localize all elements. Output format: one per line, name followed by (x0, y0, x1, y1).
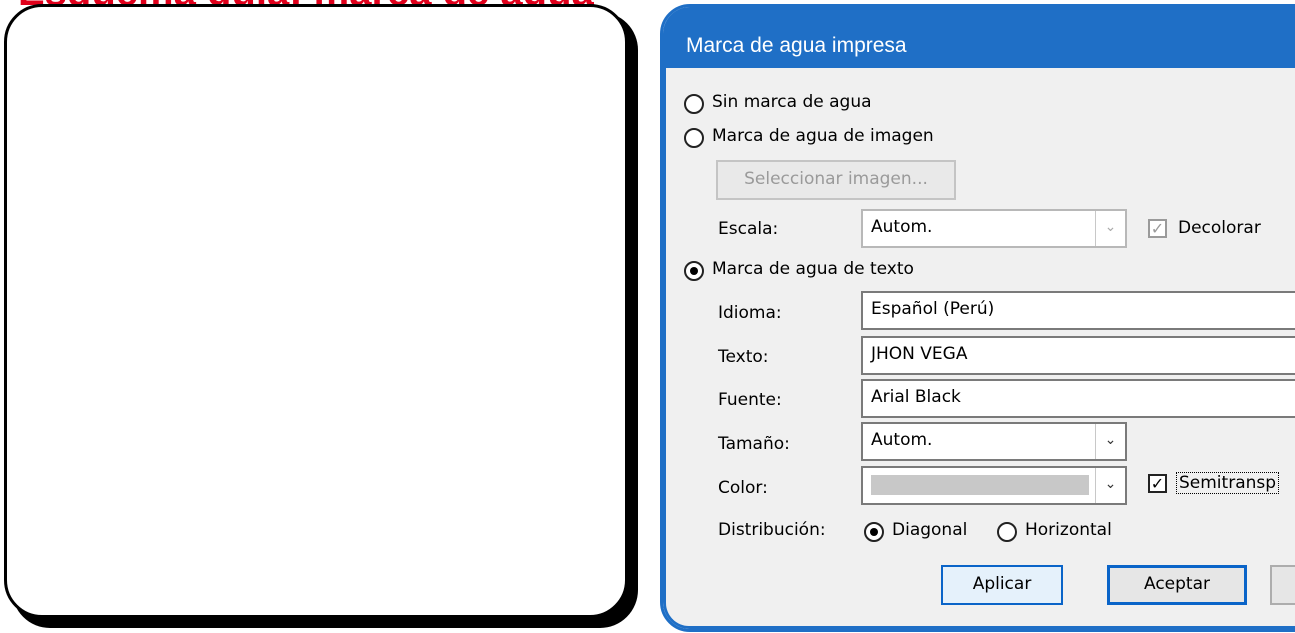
diagonal-label[interactable]: Diagonal (892, 520, 967, 540)
scale-dropdown-chevron-icon[interactable]: ⌄ (1095, 211, 1125, 246)
scale-label: Escala: (718, 219, 779, 239)
dialog-titlebar: Marca de agua impresa (663, 7, 1295, 68)
language-value: Español (Perú) (871, 299, 995, 319)
ok-button[interactable]: Aceptar (1107, 565, 1247, 605)
washout-checkbox[interactable]: ✓ (1148, 219, 1167, 238)
diagonal-radio[interactable] (864, 522, 884, 542)
dialog-title: Marca de agua impresa (686, 34, 907, 57)
semitransparent-checkbox[interactable]: ✓ (1148, 474, 1167, 493)
cancel-button[interactable] (1270, 565, 1295, 605)
size-select[interactable]: Autom. (861, 422, 1127, 461)
color-select[interactable] (861, 466, 1127, 505)
text-label: Texto: (718, 347, 769, 367)
size-label: Tamaño: (718, 434, 790, 454)
semitransparent-label[interactable]: Semitransp (1176, 472, 1280, 494)
no-watermark-label[interactable]: Sin marca de agua (712, 92, 872, 112)
horizontal-radio[interactable] (997, 522, 1017, 542)
color-dropdown-chevron-icon[interactable]: ⌄ (1095, 468, 1125, 503)
washout-label[interactable]: Decolorar (1178, 218, 1261, 238)
language-select[interactable]: Español (Perú) (861, 291, 1295, 330)
font-label: Fuente: (718, 390, 782, 410)
scale-value: Autom. (871, 217, 933, 237)
scale-select[interactable]: Autom. (861, 209, 1127, 248)
apply-button[interactable]: Aplicar (941, 565, 1063, 605)
text-value: JHON VEGA (871, 344, 968, 364)
watermark-dialog: Marca de agua impresa Sin marca de agua … (660, 4, 1295, 632)
dialog-body: Sin marca de agua Marca de agua de image… (663, 68, 1295, 629)
size-value: Autom. (871, 430, 933, 450)
text-watermark-label[interactable]: Marca de agua de texto (712, 259, 914, 279)
no-watermark-radio[interactable] (684, 94, 704, 114)
language-label: Idioma: (718, 303, 782, 323)
horizontal-label[interactable]: Horizontal (1025, 520, 1112, 540)
color-swatch (871, 475, 1089, 495)
font-select[interactable]: Arial Black (861, 379, 1295, 418)
size-dropdown-chevron-icon[interactable]: ⌄ (1095, 424, 1125, 459)
text-input[interactable]: JHON VEGA (861, 336, 1295, 375)
color-label: Color: (718, 478, 768, 498)
picture-watermark-label[interactable]: Marca de agua de imagen (712, 126, 934, 146)
picture-watermark-radio[interactable] (684, 128, 704, 148)
font-value: Arial Black (871, 387, 961, 407)
blank-rounded-panel (4, 4, 628, 618)
layout-label: Distribución: (718, 520, 826, 540)
text-watermark-radio[interactable] (684, 261, 704, 281)
select-picture-button[interactable]: Seleccionar imagen... (716, 160, 956, 200)
